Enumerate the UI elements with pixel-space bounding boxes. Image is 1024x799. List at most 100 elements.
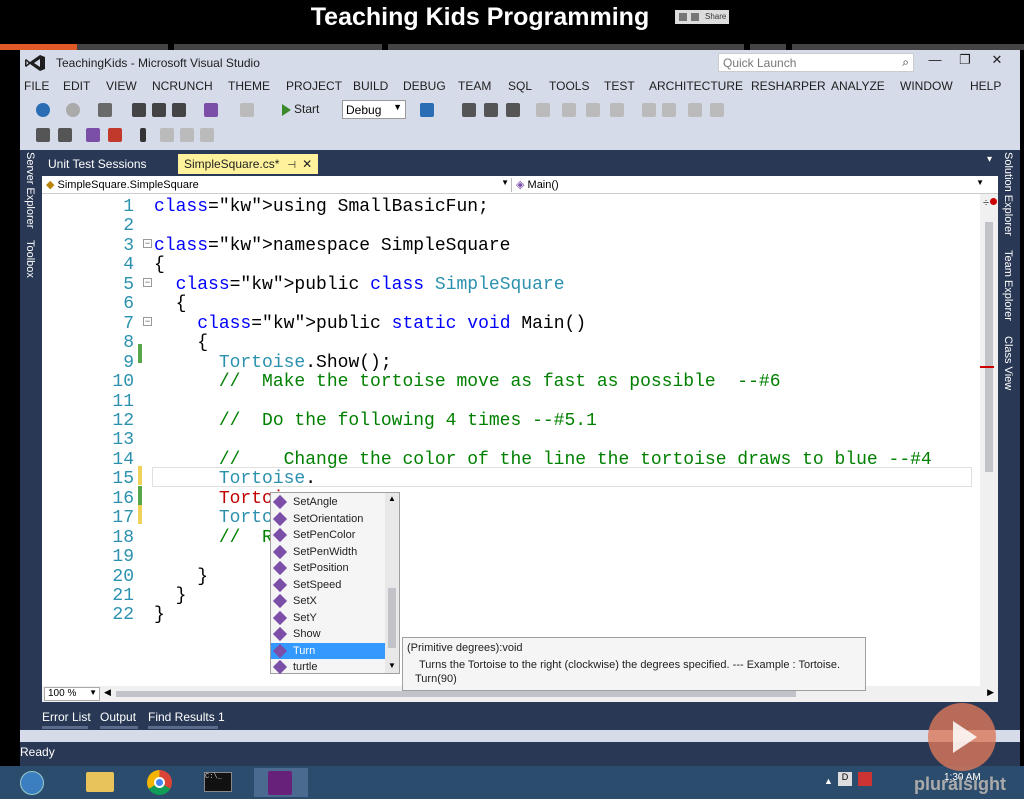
find-files-icon[interactable] xyxy=(484,103,498,117)
code-line[interactable]: Tortoise. xyxy=(154,469,316,489)
completion-scrollbar-thumb[interactable] xyxy=(388,588,396,648)
menu-file[interactable]: FILE xyxy=(24,79,49,93)
go-to-icon[interactable] xyxy=(662,103,676,117)
code-line[interactable]: // Make the tortoise move as fast as pos… xyxy=(154,372,781,392)
code-line[interactable]: } xyxy=(154,586,187,606)
code-editor[interactable]: 1 2 3 4 5 6 7 8 9 10 11 12 13 14 15 16 17 18 19 20 21 22 clas… xyxy=(42,194,998,686)
solution-explorer-tab[interactable]: Solution Explorer xyxy=(1002,152,1014,236)
save-all-icon[interactable] xyxy=(172,103,186,117)
completion-item[interactable]: SetPenWidth xyxy=(271,544,385,560)
server-explorer-tab[interactable]: Server Explorer xyxy=(24,152,36,228)
code-line[interactable]: } xyxy=(154,567,208,587)
save-icon[interactable] xyxy=(152,103,166,117)
code-line[interactable]: { xyxy=(154,333,208,353)
member-dropdown[interactable]: ◈ Main() ▼ xyxy=(516,178,986,192)
tray-expand-icon[interactable]: ▲ xyxy=(824,776,833,786)
menu-build[interactable]: BUILD xyxy=(353,79,388,93)
zoom-select[interactable]: 100 % ▼ xyxy=(44,687,100,701)
type-dropdown[interactable]: ◆ SimpleSquare.SimpleSquare ▼ xyxy=(46,178,512,192)
code-line[interactable]: } xyxy=(154,605,165,625)
build-icon[interactable] xyxy=(536,103,550,117)
step-icon[interactable] xyxy=(562,103,576,117)
file-explorer-taskbar-icon[interactable] xyxy=(78,768,122,797)
tab-overflow-icon[interactable]: ▾ xyxy=(987,154,992,165)
scroll-up-icon[interactable]: ▲ xyxy=(388,494,396,503)
completion-item[interactable]: SetX xyxy=(271,593,385,609)
intellisense-list[interactable]: ▲ ▼ SetAngle SetOrientation SetPenColor Set… xyxy=(270,492,400,675)
back-icon[interactable] xyxy=(36,103,50,117)
completion-item[interactable]: SetSpeed xyxy=(271,577,385,593)
fold-toggle-icon[interactable]: − xyxy=(143,317,152,326)
code-line[interactable]: { xyxy=(154,255,165,275)
code-line[interactable]: class="kw">namespace SimpleSquare xyxy=(154,236,510,256)
menu-analyze[interactable]: ANALYZE xyxy=(831,79,885,93)
solution-explorer-icon[interactable] xyxy=(506,103,520,117)
menu-architecture[interactable]: ARCHITECTURE xyxy=(649,79,743,93)
horizontal-scrollbar-thumb[interactable] xyxy=(116,691,796,697)
completion-item[interactable]: Turn xyxy=(271,642,385,659)
configuration-select[interactable]: Debug ▼ xyxy=(342,100,406,119)
code-line[interactable]: class="kw">public class SimpleSquare xyxy=(154,275,565,295)
menu-view[interactable]: VIEW xyxy=(106,79,137,93)
comment-icon[interactable] xyxy=(610,103,624,117)
tray-app-icon[interactable]: D xyxy=(838,772,852,786)
menu-team[interactable]: TEAM xyxy=(458,79,491,93)
undo-icon[interactable] xyxy=(204,103,218,117)
chrome-taskbar-icon[interactable] xyxy=(138,768,182,797)
menu-sql[interactable]: SQL xyxy=(508,79,532,93)
start-button[interactable] xyxy=(14,768,54,797)
action-center-icon[interactable] xyxy=(858,772,872,786)
maximize-button[interactable]: ❐ xyxy=(950,52,980,72)
code-line[interactable]: // Change the color of the line the tort… xyxy=(154,450,932,470)
error-list-tab[interactable]: Error List xyxy=(42,710,91,724)
open-file-icon[interactable] xyxy=(132,103,146,117)
completion-item[interactable]: SetAngle xyxy=(271,494,385,510)
scroll-left-icon[interactable]: ◀ xyxy=(104,687,111,698)
new-project-icon[interactable] xyxy=(98,103,112,117)
menu-tools[interactable]: TOOLS xyxy=(549,79,589,93)
toolbox-tab[interactable]: Toolbox xyxy=(24,240,36,278)
menu-ncrunch[interactable]: NCRUNCH xyxy=(152,79,213,93)
code-line[interactable]: class="kw">using SmallBasicFun; xyxy=(154,197,489,217)
redo-icon[interactable] xyxy=(240,103,254,117)
outdent-icon[interactable] xyxy=(58,128,72,142)
fold-toggle-icon[interactable]: − xyxy=(143,239,152,248)
navigate-icon[interactable] xyxy=(710,103,724,117)
quick-launch-input[interactable]: Quick Launch ⌕ xyxy=(718,53,914,72)
start-button[interactable]: Start xyxy=(282,102,319,116)
minimize-button[interactable]: — xyxy=(920,52,950,72)
visual-studio-taskbar-icon[interactable] xyxy=(254,768,308,797)
find-results-tab[interactable]: Find Results 1 xyxy=(148,710,225,724)
indent-icon[interactable] xyxy=(36,128,50,142)
close-tab-icon[interactable]: ✕ xyxy=(302,157,312,171)
team-explorer-tab[interactable]: Team Explorer xyxy=(1002,250,1014,321)
menu-edit[interactable]: EDIT xyxy=(63,79,90,93)
menu-window[interactable]: WINDOW xyxy=(900,79,953,93)
find-icon[interactable] xyxy=(462,103,476,117)
prev-bookmark-icon[interactable] xyxy=(160,128,174,142)
completion-scrollbar[interactable]: ▲ ▼ xyxy=(385,493,399,673)
completion-item[interactable]: SetPenColor xyxy=(271,527,385,543)
completion-item[interactable]: turtle xyxy=(271,659,385,675)
toggle-comment-icon[interactable] xyxy=(86,128,100,142)
navigate-forward-icon[interactable] xyxy=(642,103,656,117)
code-line[interactable]: class="kw">public static void Main() xyxy=(154,314,586,334)
forward-icon[interactable] xyxy=(66,103,80,117)
pin-icon[interactable]: ⊣ xyxy=(287,160,296,171)
tab-unit-test-sessions[interactable]: Unit Test Sessions xyxy=(42,154,153,174)
menu-test[interactable]: TEST xyxy=(604,79,635,93)
completion-item[interactable]: SetPosition xyxy=(271,560,385,576)
fold-toggle-icon[interactable]: − xyxy=(143,278,152,287)
play-overlay-button[interactable] xyxy=(928,703,996,771)
uncomment-icon[interactable] xyxy=(108,128,122,142)
bookmark-icon[interactable] xyxy=(586,103,600,117)
menu-theme[interactable]: THEME xyxy=(228,79,270,93)
scroll-right-icon[interactable]: ▶ xyxy=(987,687,994,698)
share-button[interactable]: Share xyxy=(675,10,729,24)
output-tab[interactable]: Output xyxy=(100,710,136,724)
vertical-scrollbar[interactable]: ÷ xyxy=(980,194,998,686)
class-view-tab[interactable]: Class View xyxy=(1002,336,1014,390)
code-line[interactable]: Tortoise.Show(); xyxy=(154,353,392,373)
menu-project[interactable]: PROJECT xyxy=(286,79,342,93)
menu-help[interactable]: HELP xyxy=(970,79,1001,93)
